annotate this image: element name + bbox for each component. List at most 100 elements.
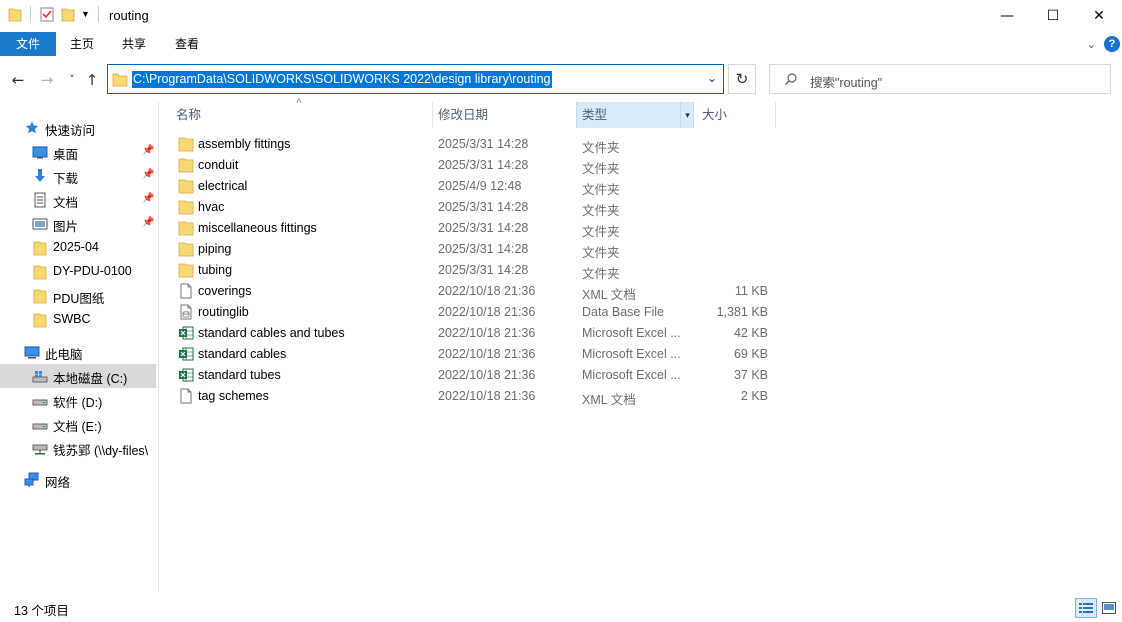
file-row[interactable]: standard cables and tubes 2022/10/18 21:… [168,323,778,344]
file-type: 文件夹 [582,246,620,260]
title-bar: ▼ routing — ☐ ✕ [0,0,1122,32]
tab-view[interactable]: 查看 [161,32,213,56]
pane-divider[interactable] [158,102,159,592]
sidebar-item-downloads[interactable]: 下载 📌 [0,164,156,188]
tab-home[interactable]: 主页 [56,32,108,56]
close-button[interactable]: ✕ [1076,0,1122,32]
sidebar-item-folder[interactable]: SWBC [0,308,156,332]
sidebar-item-folder[interactable]: DY-PDU-0100 [0,260,156,284]
pin-icon[interactable]: 📌 [142,169,154,180]
file-name: standard cables and tubes [198,326,345,340]
file-date: 2022/10/18 21:36 [438,347,536,361]
file-row[interactable]: routinglib 2022/10/18 21:36 Data Base Fi… [168,302,778,323]
search-icon [785,73,797,85]
details-view-button[interactable] [1075,598,1097,618]
sidebar-item-drive-e[interactable]: 文档 (E:) [0,412,156,436]
ribbon-tabs: 文件 主页 共享 查看 ⌄ ? [0,32,1122,56]
pin-icon[interactable]: 📌 [142,193,154,204]
file-date: 2025/3/31 14:28 [438,158,529,172]
file-row[interactable]: standard cables 2022/10/18 21:36 Microso… [168,344,778,365]
sidebar-item-desktop[interactable]: 桌面 📌 [0,140,156,164]
file-size: 42 KB [733,326,768,340]
sidebar-item-folder[interactable]: PDU图纸 [0,284,156,308]
new-folder-icon[interactable] [61,6,75,22]
file-row[interactable]: conduit 2025/3/31 14:28 文件夹 [168,155,778,176]
address-path[interactable]: C:\ProgramData\SOLIDWORKS\SOLIDWORKS 202… [132,71,552,88]
sidebar-item-label: PDU图纸 [53,292,105,306]
column-divider[interactable] [432,102,433,128]
sidebar-item-folder[interactable]: 2025-04 [0,236,156,260]
chevron-down-icon[interactable]: ▾ [680,102,694,128]
excel-icon [179,368,194,382]
properties-icon[interactable] [39,6,55,22]
address-bar[interactable]: C:\ProgramData\SOLIDWORKS\SOLIDWORKS 202… [107,64,724,94]
file-row[interactable]: electrical 2025/4/9 12:48 文件夹 [168,176,778,197]
file-name: conduit [198,158,239,172]
pictures-icon [32,218,48,230]
sidebar-item-drive-d[interactable]: 软件 (D:) [0,388,156,412]
file-size: 37 KB [733,368,768,382]
folder-icon [178,263,194,278]
minimize-button[interactable]: — [984,0,1030,32]
details-view-icon [1079,603,1093,613]
sidebar-item-label: 本地磁盘 (C:) [53,372,128,386]
expand-ribbon-icon[interactable]: ⌄ [1087,38,1096,51]
file-row[interactable]: miscellaneous fittings 2025/3/31 14:28 文… [168,218,778,239]
sidebar-item-this-pc[interactable]: 此电脑 [0,340,156,364]
tab-share[interactable]: 共享 [108,32,160,56]
file-date: 2022/10/18 21:36 [438,368,536,382]
tab-file[interactable]: 文件 [0,32,56,56]
folder-icon [33,241,47,256]
search-box[interactable]: 搜索"routing" [769,64,1111,94]
file-date: 2025/3/31 14:28 [438,242,529,256]
sidebar-item-documents[interactable]: 文档 📌 [0,188,156,212]
file-row[interactable]: coverings 2022/10/18 21:36 XML 文档 11 KB [168,281,778,302]
sidebar-item-label: 图片 [53,220,79,234]
help-icon[interactable]: ? [1104,36,1120,52]
sidebar-item-network-drive[interactable]: 钱苏郢 (\\dy-files\ [0,436,156,460]
file-row[interactable]: tag schemes 2022/10/18 21:36 XML 文档 2 KB [168,386,778,407]
up-button[interactable]: ↑ [82,70,102,90]
maximize-button[interactable]: ☐ [1030,0,1076,32]
column-divider[interactable] [775,102,776,128]
pin-icon[interactable]: 📌 [142,145,154,156]
file-row[interactable]: piping 2025/3/31 14:28 文件夹 [168,239,778,260]
file-date: 2025/4/9 12:48 [438,179,522,193]
file-type: 文件夹 [582,204,620,218]
folder-icon [178,179,194,194]
file-row[interactable]: standard tubes 2022/10/18 21:36 Microsof… [168,365,778,386]
file-name: piping [198,242,232,256]
forward-button[interactable]: → [37,70,57,90]
large-icons-view-button[interactable] [1098,598,1120,618]
download-icon [35,169,45,182]
sidebar-item-pictures[interactable]: 图片 📌 [0,212,156,236]
file-row[interactable]: tubing 2025/3/31 14:28 文件夹 [168,260,778,281]
sidebar-item-network[interactable]: 网络 [0,468,156,492]
column-header-size[interactable]: 大小 [702,102,727,128]
file-row[interactable]: assembly fittings 2025/3/31 14:28 文件夹 [168,134,778,155]
file-name: standard tubes [198,368,281,382]
sidebar-item-label: 文档 (E:) [53,420,102,434]
sidebar-item-label: 文档 [53,196,79,210]
customize-toolbar-icon[interactable]: ▼ [81,9,90,19]
sidebar-item-label: 网络 [45,476,71,490]
large-icons-view-icon [1102,602,1116,614]
column-header-name[interactable]: 名称 [176,102,201,128]
folder-icon [33,265,47,280]
excel-icon [179,347,194,361]
file-name: tubing [198,263,233,277]
refresh-button[interactable]: ↻ [728,64,756,94]
file-date: 2025/3/31 14:28 [438,221,529,235]
sidebar-item-label: 桌面 [53,148,79,162]
column-header-type[interactable]: 类型 [582,102,607,128]
network-drive-icon [32,444,48,455]
column-header-date[interactable]: 修改日期 [438,102,488,128]
pin-icon[interactable]: 📌 [142,217,154,228]
sidebar-item-drive-c[interactable]: 本地磁盘 (C:) [0,364,156,388]
search-input[interactable]: 搜索"routing" [810,72,882,91]
chevron-down-icon[interactable]: ⌄ [707,71,717,85]
back-button[interactable]: ← [8,70,28,90]
file-row[interactable]: hvac 2025/3/31 14:28 文件夹 [168,197,778,218]
sidebar-item-quick-access[interactable]: 快速访问 [0,116,156,140]
recent-locations-button[interactable]: ˅ [62,70,82,90]
